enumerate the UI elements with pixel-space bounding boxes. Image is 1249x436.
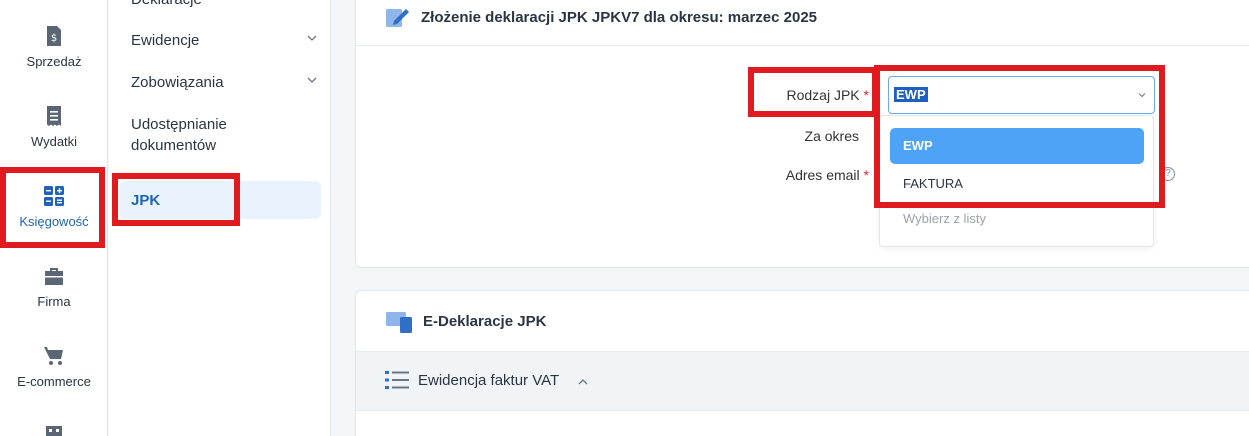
chevron-down-icon (307, 35, 317, 41)
devices-icon (386, 312, 412, 333)
chevron-down-icon (307, 77, 317, 83)
chevron-down-icon (307, 0, 317, 2)
building-icon (46, 426, 62, 436)
dropdown-option-faktura[interactable]: FAKTURA (890, 166, 1144, 202)
svg-text:$: $ (51, 33, 57, 44)
e-deklaracje-title: E-Deklaracje JPK (423, 313, 547, 330)
required-mark: * (863, 87, 869, 103)
nav-ksiegowosc[interactable]: Księgowość (0, 184, 108, 229)
nav-ecommerce-label: E-commerce (17, 374, 91, 389)
chevron-up-icon (578, 379, 588, 385)
submenu-zobowiazania-label: Zobowiązania (131, 74, 224, 91)
document-edit-icon (386, 9, 409, 27)
nav-ksiegowosc-label: Księgowość (19, 214, 89, 229)
submenu-ewidencje[interactable]: Ewidencje (131, 30, 319, 51)
nav-sprzedaz[interactable]: $ Sprzedaż (0, 24, 108, 69)
nav-wydatki[interactable]: Wydatki (0, 104, 108, 149)
cart-icon (44, 347, 63, 365)
submenu-udostepnianie[interactable]: Udostępnianie dokumentów (131, 114, 251, 156)
dropdown-placeholder[interactable]: Wybierz z listy (903, 211, 986, 226)
nav-firma[interactable]: Firma (0, 264, 108, 309)
za-okres-label: Za okres (804, 128, 859, 144)
e-deklaracje-card: E-Deklaracje JPK Ewidencja faktur VAT (355, 290, 1249, 436)
receipt-icon (47, 106, 61, 126)
jpk-declaration-card: Złożenie deklaracji JPK JPKV7 dla okresu… (355, 0, 1249, 268)
adres-email-label: Adres email * (759, 167, 869, 183)
help-icon[interactable]: ? (1161, 167, 1175, 181)
rodzaj-jpk-select[interactable]: EWP (888, 76, 1155, 114)
nav-firma-label: Firma (37, 294, 71, 309)
rodzaj-jpk-label: Rodzaj JPK * (759, 87, 870, 103)
submenu-panel: Deklaracje Ewidencje Zobowiązania Udostę… (109, 0, 331, 436)
submenu-jpk[interactable]: JPK (119, 181, 321, 219)
adres-email-label-text: Adres email (785, 167, 860, 183)
rodzaj-jpk-value: EWP (894, 87, 928, 102)
rodzaj-jpk-dropdown: EWP FAKTURA Wybierz z listy (879, 115, 1154, 247)
submenu-zobowiazania[interactable]: Zobowiązania (131, 72, 319, 93)
card-header: Złożenie deklaracji JPK JPKV7 dla okresu… (356, 0, 1249, 46)
submenu-jpk-label: JPK (131, 192, 161, 209)
nav-sprzedaz-label: Sprzedaż (26, 54, 82, 69)
calculator-icon (44, 186, 64, 206)
nav-more[interactable] (0, 424, 108, 436)
submenu-ewidencje-label: Ewidencje (131, 32, 200, 49)
submenu-deklaracje[interactable]: Deklaracje (131, 0, 319, 10)
nav-ecommerce[interactable]: E-commerce (0, 344, 108, 389)
rodzaj-jpk-label-text: Rodzaj JPK (786, 87, 860, 103)
chevron-down-icon (1138, 93, 1146, 98)
ewidencja-title: Ewidencja faktur VAT (418, 372, 560, 389)
main-nav-rail: $ Sprzedaż Wydatki Księgowość Firma E-co… (0, 0, 108, 436)
list-icon (385, 371, 409, 389)
submenu-udostepnianie-label: Udostępnianie dokumentów (131, 116, 227, 154)
page-title: Złożenie deklaracji JPK JPKV7 dla okresu… (421, 9, 818, 26)
nav-wydatki-label: Wydatki (30, 134, 78, 149)
briefcase-icon (45, 268, 63, 285)
submenu-deklaracje-label: Deklaracje (131, 0, 202, 8)
required-mark: * (863, 167, 869, 183)
invoice-dollar-icon: $ (47, 26, 61, 46)
ewidencja-section-header[interactable]: Ewidencja faktur VAT (356, 351, 1249, 411)
dropdown-option-ewp[interactable]: EWP (890, 128, 1144, 164)
